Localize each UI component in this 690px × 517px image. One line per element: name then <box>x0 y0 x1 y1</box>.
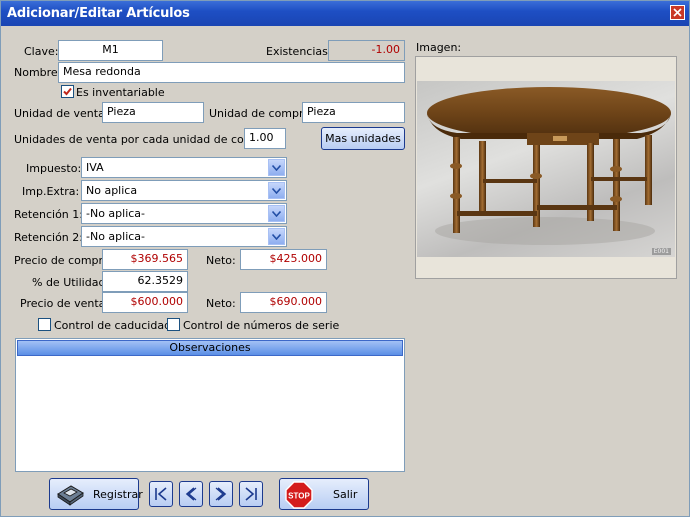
window-title: Adicionar/Editar Artículos <box>7 6 190 21</box>
impuesto-label: Impuesto: <box>26 162 82 175</box>
existencias-label: Existencias: <box>266 45 332 58</box>
previous-record-icon <box>185 487 197 501</box>
close-button[interactable] <box>670 5 685 20</box>
impuesto-select[interactable]: IVA <box>81 157 287 178</box>
unidades-por-compra-label: Unidades de venta por cada unidad de com… <box>14 133 277 146</box>
precio-venta-input[interactable]: $600.000 <box>102 292 188 313</box>
neto-venta-label: Neto: <box>206 297 236 310</box>
unidad-venta-label: Unidad de venta: <box>14 107 109 120</box>
unidades-por-compra-input[interactable]: 1.00 <box>244 128 286 149</box>
registrar-button[interactable]: Registrar <box>49 478 143 510</box>
stop-sign-text: STOP <box>288 492 310 501</box>
existencias-value: -1.00 <box>328 40 405 61</box>
previous-record-button[interactable] <box>179 481 203 507</box>
utilidad-input[interactable]: 62.3529 <box>102 271 188 292</box>
neto-venta-input[interactable]: $690.000 <box>240 292 327 313</box>
precio-compra-input[interactable]: $369.565 <box>102 249 188 270</box>
utilidad-label: % de Utilidad: <box>32 276 110 289</box>
last-record-button[interactable] <box>239 481 263 507</box>
title-bar: Adicionar/Editar Artículos <box>1 1 689 26</box>
image-watermark: E001 <box>651 248 671 255</box>
article-editor-window: Adicionar/Editar Artículos Clave: M1 Exi… <box>0 0 690 517</box>
retencion2-select[interactable]: -No aplica- <box>81 226 287 247</box>
salir-button[interactable]: STOP Salir <box>279 478 369 510</box>
neto-compra-input[interactable]: $425.000 <box>240 249 327 270</box>
nombre-label: Nombre: <box>14 66 62 79</box>
imp-extra-value: No aplica <box>86 184 138 197</box>
unidad-compra-input[interactable]: Pieza <box>302 102 405 123</box>
image-panel[interactable]: E001 <box>415 56 677 279</box>
inventariable-checkbox[interactable] <box>61 85 74 98</box>
salir-label: Salir <box>333 488 358 501</box>
unidad-venta-input[interactable]: Pieza <box>102 102 204 123</box>
observaciones-textarea[interactable]: Observaciones <box>15 338 405 472</box>
product-photo: E001 <box>417 81 675 257</box>
unidad-compra-label: Unidad de compra: <box>209 107 314 120</box>
caducidad-checkbox[interactable] <box>38 318 51 331</box>
series-checkbox[interactable] <box>167 318 180 331</box>
mas-unidades-button[interactable]: Mas unidades <box>321 127 405 150</box>
stop-sign-icon: STOP <box>285 481 313 509</box>
last-record-icon <box>245 487 257 501</box>
first-record-icon <box>155 487 167 501</box>
imagen-label: Imagen: <box>416 41 462 54</box>
dropdown-arrow-icon[interactable] <box>268 205 285 222</box>
checkmark-icon <box>63 87 72 96</box>
next-record-icon <box>215 487 227 501</box>
series-label: Control de números de serie <box>183 319 340 332</box>
table-image <box>427 87 671 245</box>
precio-compra-label: Precio de compra: <box>14 254 114 267</box>
dropdown-arrow-icon[interactable] <box>268 182 285 199</box>
clave-input[interactable]: M1 <box>58 40 163 61</box>
inventariable-label: Es inventariable <box>76 86 165 99</box>
retencion1-label: Retención 1: <box>14 208 83 221</box>
caducidad-label: Control de caducidad <box>54 319 172 332</box>
precio-venta-label: Precio de venta: <box>20 297 110 310</box>
retencion2-value: -No aplica- <box>86 230 146 243</box>
impuesto-value: IVA <box>86 161 104 174</box>
retencion1-select[interactable]: -No aplica- <box>81 203 287 224</box>
retencion1-value: -No aplica- <box>86 207 146 220</box>
imp-extra-label: Imp.Extra: <box>22 185 80 198</box>
nombre-input[interactable]: Mesa redonda <box>58 62 405 83</box>
clave-label: Clave: <box>24 45 59 58</box>
dropdown-arrow-icon[interactable] <box>268 159 285 176</box>
first-record-button[interactable] <box>149 481 173 507</box>
registrar-label: Registrar <box>93 488 143 501</box>
retencion2-label: Retención 2: <box>14 231 83 244</box>
neto-compra-label: Neto: <box>206 254 236 267</box>
observaciones-header: Observaciones <box>17 340 403 356</box>
close-icon <box>673 8 682 17</box>
floppy-disk-icon <box>57 485 84 506</box>
next-record-button[interactable] <box>209 481 233 507</box>
dropdown-arrow-icon[interactable] <box>268 228 285 245</box>
imp-extra-select[interactable]: No aplica <box>81 180 287 201</box>
